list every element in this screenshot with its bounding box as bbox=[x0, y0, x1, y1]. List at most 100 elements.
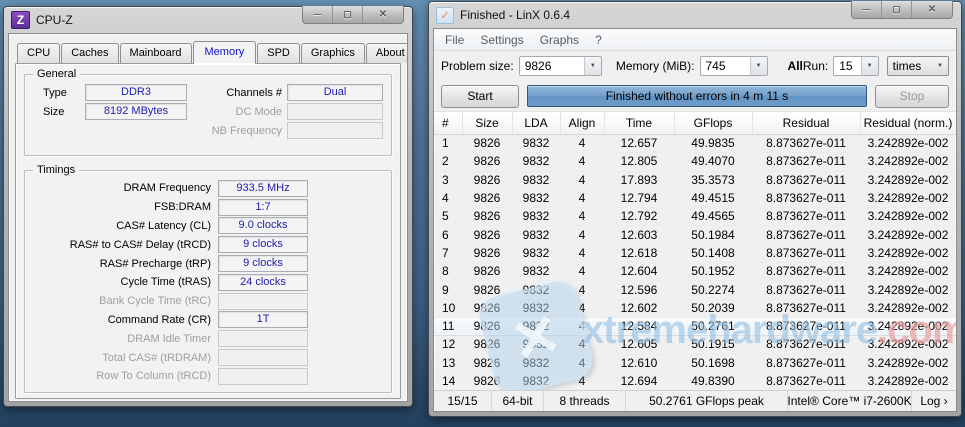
tab-caches[interactable]: Caches bbox=[61, 43, 118, 63]
table-row[interactable]: 398269832417.89335.35738.873627e-0113.24… bbox=[434, 171, 956, 189]
all-label: All bbox=[788, 59, 803, 73]
table-cell: 4 bbox=[560, 153, 604, 171]
cpuz-tab-bar: CPUCachesMainboardMemorySPDGraphicsAbout bbox=[15, 42, 401, 63]
tab-memory[interactable]: Memory bbox=[193, 41, 257, 64]
run-mode-select[interactable]: times ▼ bbox=[887, 56, 949, 76]
table-row[interactable]: 698269832412.60350.19848.873627e-0113.24… bbox=[434, 226, 956, 244]
column-header-lda[interactable]: LDA bbox=[512, 112, 560, 135]
tab-mainboard[interactable]: Mainboard bbox=[120, 43, 192, 63]
chevron-down-icon: ▼ bbox=[932, 57, 948, 75]
table-row[interactable]: 1098269832412.60250.20398.873627e-0113.2… bbox=[434, 299, 956, 317]
minimize-icon[interactable]: — bbox=[303, 6, 333, 23]
table-row[interactable]: 1298269832412.60550.19158.873627e-0113.2… bbox=[434, 336, 956, 354]
linx-titlebar[interactable]: ✓ Finished - LinX 0.6.4 — ▢ ✕ bbox=[433, 2, 957, 28]
table-row[interactable]: 298269832412.80549.40708.873627e-0113.24… bbox=[434, 153, 956, 171]
field-row: DC Mode bbox=[194, 102, 383, 121]
column-header-residual[interactable]: Residual bbox=[752, 112, 860, 135]
table-row[interactable]: 898269832412.60450.19528.873627e-0113.24… bbox=[434, 263, 956, 281]
table-cell: 9832 bbox=[512, 244, 560, 262]
cpuz-caption-buttons: — ▢ ✕ bbox=[302, 6, 404, 24]
menu-item-help[interactable]: ? bbox=[588, 31, 609, 49]
log-button[interactable]: Log › bbox=[912, 391, 956, 411]
field-label: CAS# Latency (CL) bbox=[33, 220, 211, 232]
table-cell: 9832 bbox=[512, 354, 560, 372]
menu-item-file[interactable]: File bbox=[438, 31, 471, 49]
memory-select[interactable]: 745 ▼ bbox=[700, 56, 768, 76]
column-header-gflops[interactable]: GFlops bbox=[674, 112, 752, 135]
table-row[interactable]: 1498269832412.69449.83908.873627e-0113.2… bbox=[434, 372, 956, 390]
maximize-icon[interactable]: ▢ bbox=[333, 6, 363, 23]
cpuz-window: Z CPU-Z — ▢ ✕ CPUCachesMainboardMemorySP… bbox=[3, 6, 413, 407]
cpuz-titlebar[interactable]: Z CPU-Z — ▢ ✕ bbox=[8, 7, 408, 33]
table-cell: 4 bbox=[560, 354, 604, 372]
field-row: Cycle Time (tRAS)24 clocks bbox=[33, 273, 383, 292]
run-count-select[interactable]: 15 ▼ bbox=[833, 56, 878, 76]
results-table-wrap: #SizeLDAAlignTimeGFlopsResidualResidual … bbox=[434, 111, 956, 390]
table-cell: 4 bbox=[560, 317, 604, 335]
table-cell: 8.873627e-011 bbox=[752, 189, 860, 207]
timings-rows: DRAM Frequency933.5 MHzFSB:DRAM1:7CAS# L… bbox=[33, 179, 383, 386]
linx-app-icon: ✓ bbox=[436, 7, 454, 24]
stop-button[interactable]: Stop bbox=[875, 85, 949, 108]
field-label: Command Rate (CR) bbox=[33, 314, 211, 326]
table-row[interactable]: 198269832412.65749.98358.873627e-0113.24… bbox=[434, 135, 956, 153]
table-cell: 9826 bbox=[462, 189, 512, 207]
table-cell: 3.242892e-002 bbox=[860, 208, 956, 226]
linx-window-title: Finished - LinX 0.6.4 bbox=[460, 8, 570, 22]
memory-label: Memory (MiB): bbox=[616, 59, 695, 73]
tab-about[interactable]: About bbox=[366, 43, 408, 63]
column-header-residual-norm-[interactable]: Residual (norm.) bbox=[860, 112, 956, 135]
chevron-down-icon: ▼ bbox=[584, 57, 601, 75]
tab-spd[interactable]: SPD bbox=[257, 43, 300, 63]
table-row[interactable]: 1198269832412.58450.27618.873627e-0113.2… bbox=[434, 317, 956, 335]
table-cell: 9826 bbox=[462, 317, 512, 335]
table-cell: 49.8390 bbox=[674, 372, 752, 390]
table-row[interactable]: 498269832412.79449.45158.873627e-0113.24… bbox=[434, 189, 956, 207]
table-cell: 9826 bbox=[462, 208, 512, 226]
menu-item-settings[interactable]: Settings bbox=[473, 31, 530, 49]
column-header-size[interactable]: Size bbox=[462, 112, 512, 135]
table-cell: 7 bbox=[434, 244, 462, 262]
tab-graphics[interactable]: Graphics bbox=[301, 43, 365, 63]
field-row: Channels #Dual bbox=[194, 83, 383, 102]
table-cell: 8 bbox=[434, 263, 462, 281]
table-cell: 12.605 bbox=[604, 336, 674, 354]
table-row[interactable]: 798269832412.61850.14088.873627e-0113.24… bbox=[434, 244, 956, 262]
table-cell: 13 bbox=[434, 354, 462, 372]
close-icon[interactable]: ✕ bbox=[363, 6, 403, 23]
run-count-value: 15 bbox=[834, 59, 860, 73]
table-cell: 9832 bbox=[512, 153, 560, 171]
table-cell: 8.873627e-011 bbox=[752, 354, 860, 372]
table-cell: 9826 bbox=[462, 336, 512, 354]
problem-size-select[interactable]: 9826 ▼ bbox=[519, 56, 602, 76]
column-header-align[interactable]: Align bbox=[560, 112, 604, 135]
minimize-icon[interactable]: — bbox=[852, 1, 882, 18]
table-cell: 9832 bbox=[512, 171, 560, 189]
table-cell: 9826 bbox=[462, 244, 512, 262]
column-header--[interactable]: # bbox=[434, 112, 462, 135]
column-header-time[interactable]: Time bbox=[604, 112, 674, 135]
table-cell: 4 bbox=[560, 372, 604, 390]
field-value bbox=[287, 103, 383, 120]
results-header-row[interactable]: #SizeLDAAlignTimeGFlopsResidualResidual … bbox=[434, 112, 956, 135]
table-cell: 9832 bbox=[512, 263, 560, 281]
close-icon[interactable]: ✕ bbox=[912, 1, 952, 18]
progress-text: Finished without errors in 4 m 11 s bbox=[606, 89, 789, 103]
linx-caption-buttons: — ▢ ✕ bbox=[851, 1, 953, 19]
table-cell: 8.873627e-011 bbox=[752, 226, 860, 244]
table-cell: 3.242892e-002 bbox=[860, 317, 956, 335]
table-row[interactable]: 998269832412.59650.22748.873627e-0113.24… bbox=[434, 281, 956, 299]
table-row[interactable]: 598269832412.79249.45658.873627e-0113.24… bbox=[434, 208, 956, 226]
field-label: RAS# Precharge (tRP) bbox=[33, 258, 211, 270]
field-row: CAS# Latency (CL)9.0 clocks bbox=[33, 217, 383, 236]
start-button[interactable]: Start bbox=[441, 85, 519, 108]
maximize-icon[interactable]: ▢ bbox=[882, 1, 912, 18]
tab-cpu[interactable]: CPU bbox=[17, 43, 60, 63]
menu-item-graphs[interactable]: Graphs bbox=[533, 31, 586, 49]
field-row: Command Rate (CR)1T bbox=[33, 311, 383, 330]
status-segment-3: 50.2761 GFlops peak bbox=[626, 391, 788, 411]
table-cell: 9826 bbox=[462, 354, 512, 372]
table-cell: 9832 bbox=[512, 299, 560, 317]
field-row: Row To Column (tRCD) bbox=[33, 367, 383, 386]
table-row[interactable]: 1398269832412.61050.16988.873627e-0113.2… bbox=[434, 354, 956, 372]
